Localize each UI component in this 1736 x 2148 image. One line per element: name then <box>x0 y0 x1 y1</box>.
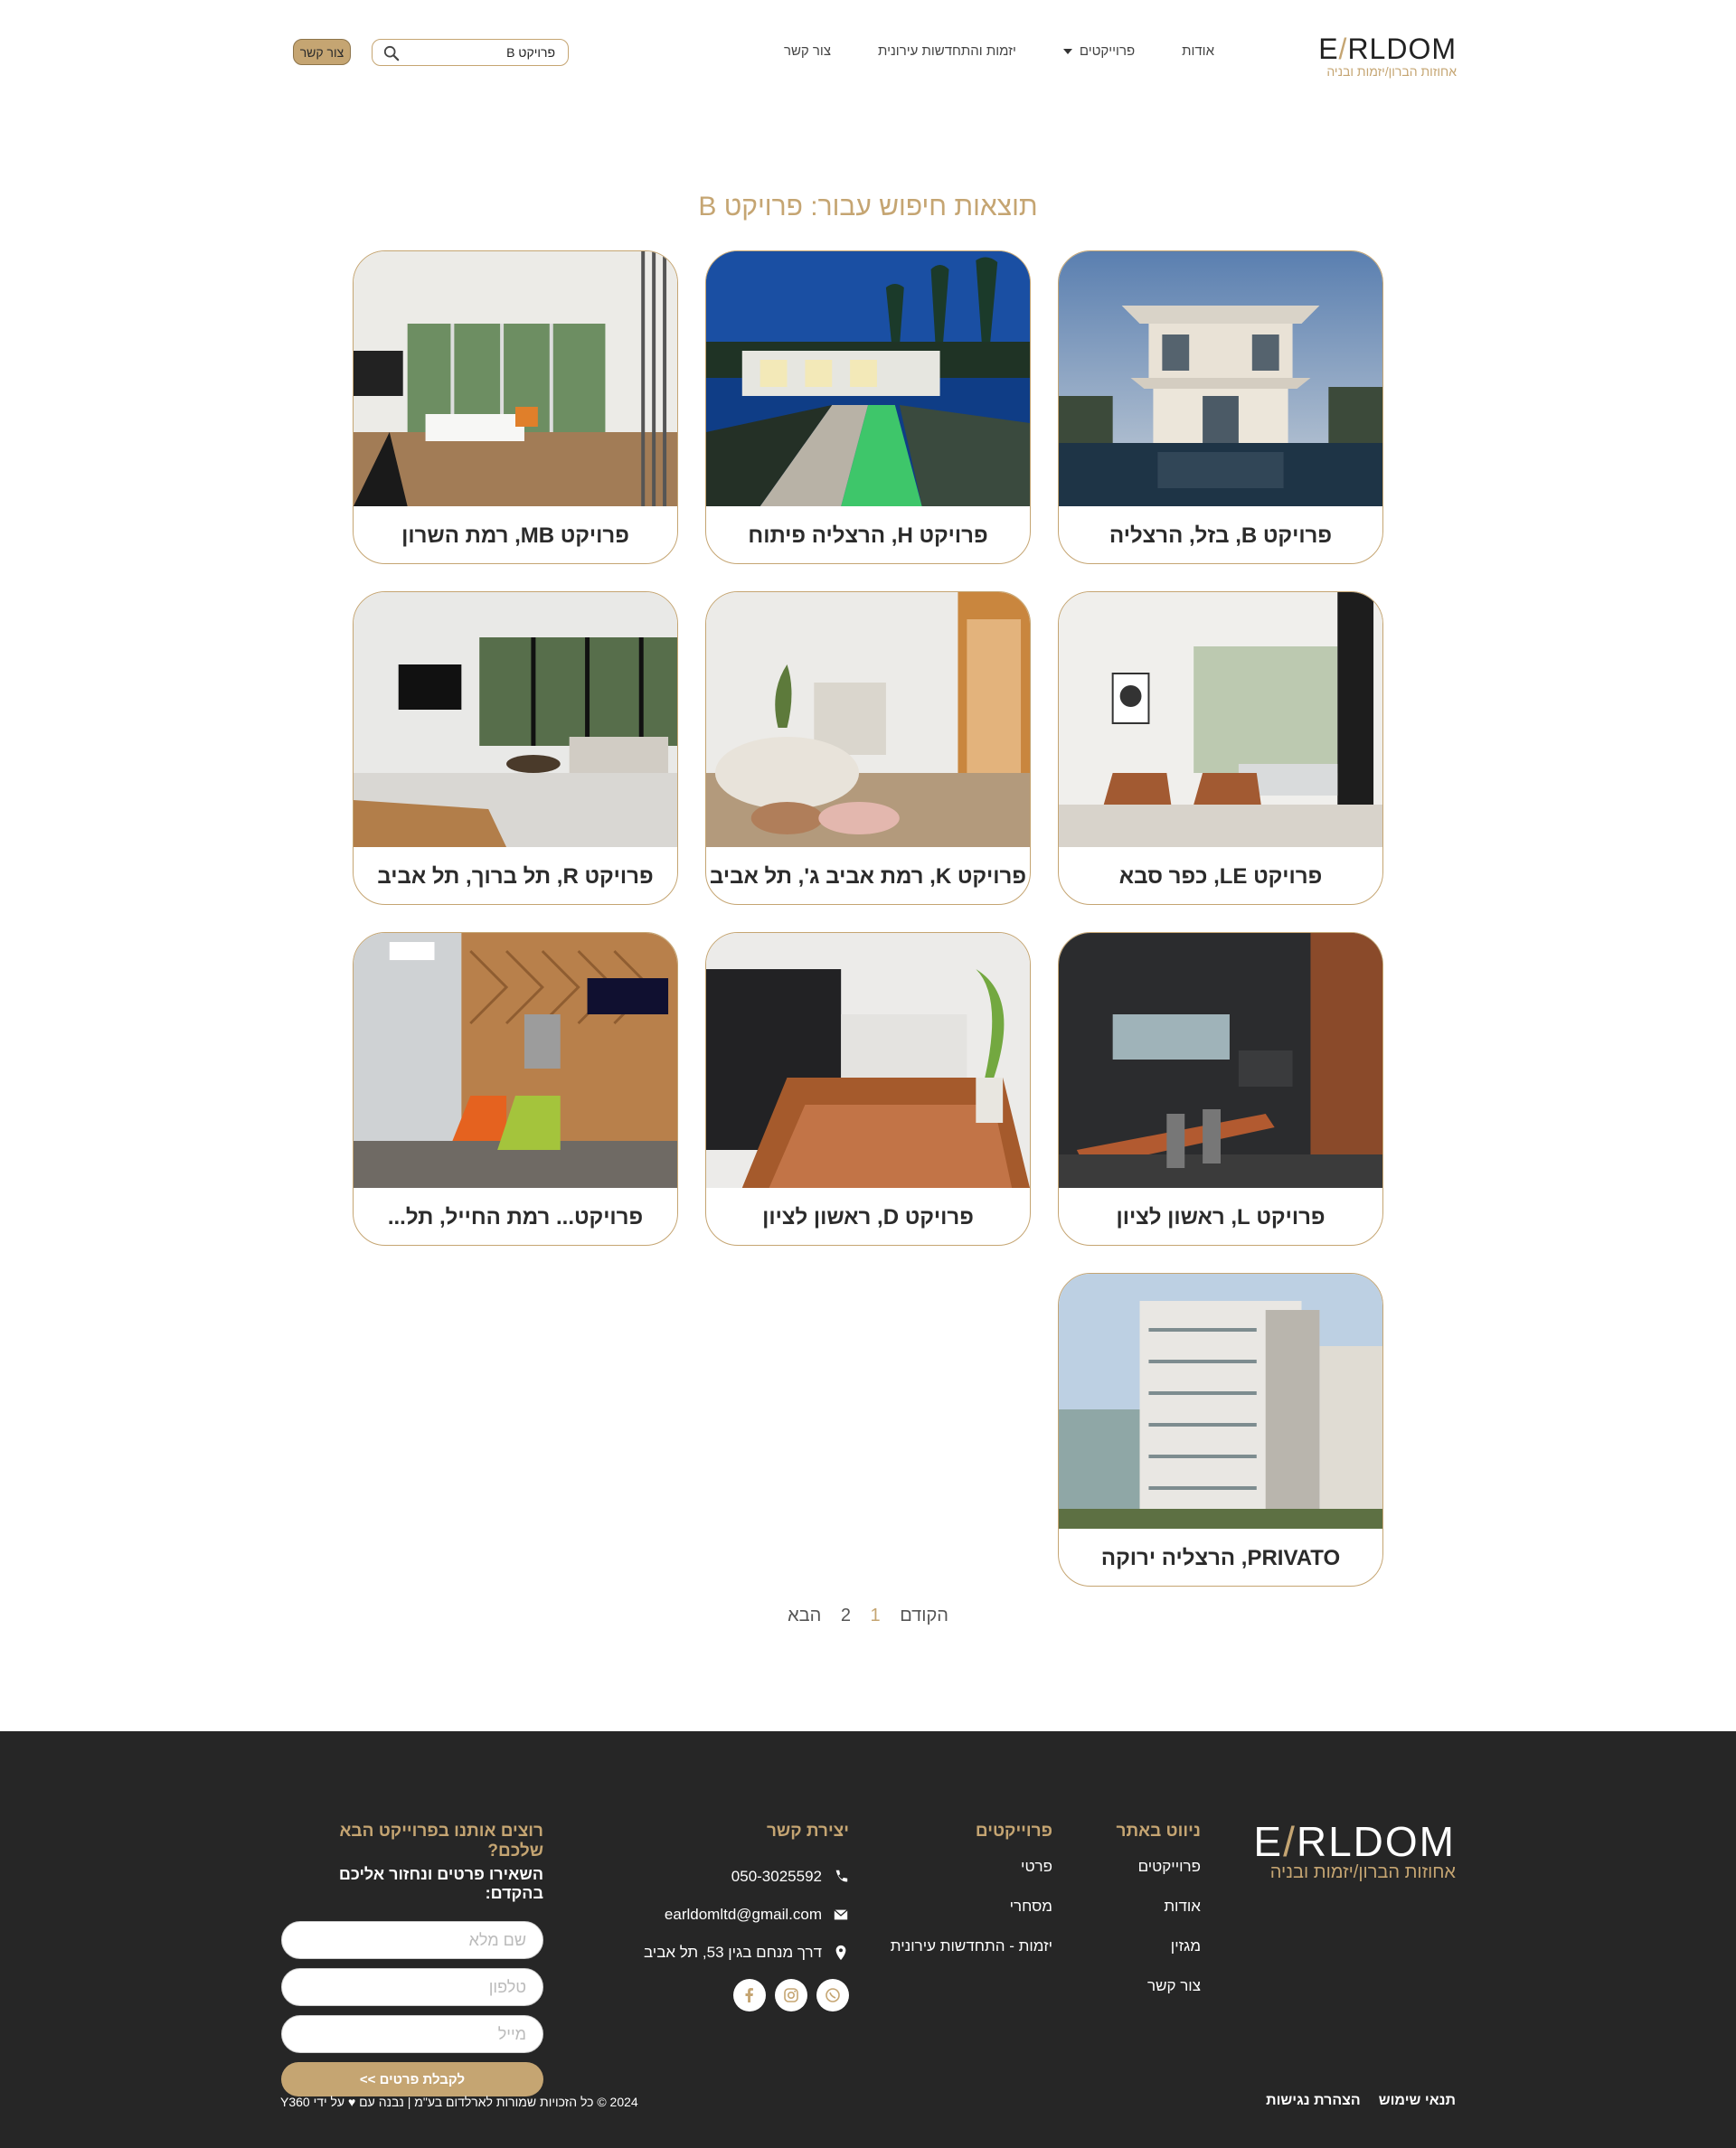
search-icon[interactable] <box>383 45 400 61</box>
search-input[interactable] <box>420 45 555 60</box>
lead-form: רוצים אותנו בפרוייקט הבא שלכם? השאירו פר… <box>281 1822 543 2096</box>
pagination: הקודם 1 2 הבא <box>0 1606 1736 1626</box>
site-footer: E/RLDOM אחוזות הברון/יזמות ובניה ניווט ב… <box>0 1731 1736 2148</box>
nav-item-urban-renewal[interactable]: יזמות והתחדשות עירונית <box>878 43 1016 59</box>
footer-projects-column: פרוייקטים פרטי מסחרי יזמות - התחדשות עיר… <box>891 1822 1052 1977</box>
project-image <box>706 592 1030 847</box>
project-card[interactable]: פרויקט R, תל ברוך, תל אביב <box>353 591 678 905</box>
footer-link-contact[interactable]: צור קשר <box>1117 1977 1201 2017</box>
project-card[interactable]: פרויקט K, רמת אביב ג', תל אביב <box>705 591 1031 905</box>
facebook-icon[interactable] <box>733 1979 766 2011</box>
project-image <box>1059 592 1382 847</box>
project-caption: פרויקט L, ראשון לציון <box>1116 1204 1326 1229</box>
main-nav: אודות פרוייקטים יזמות והתחדשות עירונית צ… <box>784 43 1214 59</box>
email-field[interactable]: מייל <box>281 2015 543 2053</box>
project-caption: פרויקט K, רמת אביב ג', תל אביב <box>709 863 1026 889</box>
search-box <box>372 39 569 66</box>
project-image <box>1059 251 1382 506</box>
footer-link-commercial[interactable]: מסחרי <box>891 1898 1052 1937</box>
footer-address[interactable]: דרך מנחם בגין 53, תל אביב <box>644 1934 849 1972</box>
pagination-page-2[interactable]: 2 <box>841 1606 851 1625</box>
footer-link-urban-renewal[interactable]: יזמות - התחדשות עירונית <box>891 1937 1052 1977</box>
pagination-prev[interactable]: הקודם <box>900 1606 948 1625</box>
lead-form-title: רוצים אותנו בפרוייקט הבא שלכם? <box>339 1822 543 1861</box>
pagination-page-1: 1 <box>870 1606 881 1625</box>
project-image <box>1059 1274 1382 1529</box>
logo[interactable]: E/RLDOM אחוזות הברון/יזמות ובניה <box>1318 33 1457 79</box>
nav-item-projects[interactable]: פרוייקטים <box>1062 43 1135 59</box>
footer-nav-title: ניווט באתר <box>1116 1822 1201 1841</box>
project-caption: פרויקט... רמת החייל, תל... <box>387 1204 644 1229</box>
footer-email[interactable]: earldomltd@gmail.com <box>644 1896 849 1934</box>
project-image <box>706 933 1030 1188</box>
project-card[interactable]: פרויקט LE, כפר סבא <box>1058 591 1383 905</box>
name-field[interactable]: שם מלא <box>281 1921 543 1959</box>
project-image <box>706 251 1030 506</box>
project-card[interactable]: פרויקט B, בזל, הרצליה <box>1058 250 1383 564</box>
footer-link-accessibility[interactable]: הצהרת נגישות <box>1266 2093 1361 2109</box>
logo-subtitle: אחוזות הברון/יזמות ובניה <box>1326 64 1457 79</box>
project-card[interactable]: פרויקט H, הרצליה פיתוח <box>705 250 1031 564</box>
copyright: 2024 © כל הזכויות שמורות לארלדום בע"מ | … <box>280 2095 638 2109</box>
project-caption: פרויקט D, ראשון לציון <box>762 1204 974 1229</box>
footer-nav-column: ניווט באתר פרוייקטים אודות מגזין צור קשר <box>1117 1822 1201 2017</box>
lead-form-subtitle: השאירו פרטים ונחזור אליכם בהקדם: <box>338 1865 543 1902</box>
project-caption: פרויקט R, תל ברוך, תל אביב <box>377 863 654 889</box>
project-caption: פרויקט H, הרצליה פיתוח <box>748 523 988 548</box>
email-icon <box>834 1909 848 1920</box>
footer-logo-subtitle: אחוזות הברון/יזמות ובניה <box>1269 1862 1456 1882</box>
project-image <box>354 251 677 506</box>
footer-legal-links: תנאי שימוש הצהרת נגישות <box>1266 2093 1456 2109</box>
whatsapp-icon[interactable] <box>816 1979 849 2011</box>
footer-link-about[interactable]: אודות <box>1117 1898 1201 1937</box>
project-card[interactable]: פרויקט L, ראשון לציון <box>1058 932 1383 1246</box>
footer-logo-wordmark: E/RLDOM <box>1253 1818 1456 1865</box>
project-caption: PRIVATO, הרצליה ירוקה <box>1100 1545 1341 1570</box>
location-pin-icon <box>835 1945 846 1961</box>
footer-link-magazine[interactable]: מגזין <box>1117 1937 1201 1977</box>
page-title: תוצאות חיפוש עבור: פרויקט B <box>698 192 1038 221</box>
footer-contact-title: יצירת קשר <box>766 1822 849 1841</box>
pagination-next[interactable]: הבא <box>788 1606 821 1625</box>
footer-phone[interactable]: 050-3025592 <box>644 1858 849 1896</box>
nav-item-contact[interactable]: צור קשר <box>784 43 831 59</box>
chevron-down-icon <box>1062 48 1072 54</box>
project-card[interactable]: פרויקט D, ראשון לציון <box>705 932 1031 1246</box>
footer-contact-column: יצירת קשר 050-3025592 earldomltd@gmail.c… <box>644 1822 849 2011</box>
footer-logo[interactable]: E/RLDOM אחוזות הברון/יזמות ובניה <box>1253 1817 1456 1883</box>
nav-item-about[interactable]: אודות <box>1182 43 1214 59</box>
footer-link-projects[interactable]: פרוייקטים <box>1117 1858 1201 1898</box>
phone-field[interactable]: טלפון <box>281 1968 543 2006</box>
project-caption: פרויקט LE, כפר סבא <box>1118 863 1323 889</box>
site-header: E/RLDOM אחוזות הברון/יזמות ובניה אודות פ… <box>0 0 1736 104</box>
social-links <box>644 1979 849 2011</box>
phone-icon <box>835 1870 848 1882</box>
project-image <box>354 933 677 1188</box>
contact-button[interactable]: צור קשר <box>293 39 351 65</box>
project-card[interactable]: PRIVATO, הרצליה ירוקה <box>1058 1273 1383 1587</box>
submit-button[interactable]: לקבלת פרטים >> <box>281 2062 543 2096</box>
project-image <box>354 592 677 847</box>
footer-link-terms[interactable]: תנאי שימוש <box>1379 2093 1456 2109</box>
footer-link-private[interactable]: פרטי <box>891 1858 1052 1898</box>
project-caption: פרויקט B, בזל, הרצליה <box>1109 523 1333 548</box>
project-image <box>1059 933 1382 1188</box>
project-caption: פרויקט MB, רמת השרון <box>401 523 629 548</box>
footer-projects-title: פרוייקטים <box>975 1822 1052 1841</box>
instagram-icon[interactable] <box>775 1979 807 2011</box>
project-card[interactable]: פרויקט... רמת החייל, תל... <box>353 932 678 1246</box>
logo-wordmark: E/RLDOM <box>1318 33 1457 65</box>
project-card[interactable]: פרויקט MB, רמת השרון <box>353 250 678 564</box>
